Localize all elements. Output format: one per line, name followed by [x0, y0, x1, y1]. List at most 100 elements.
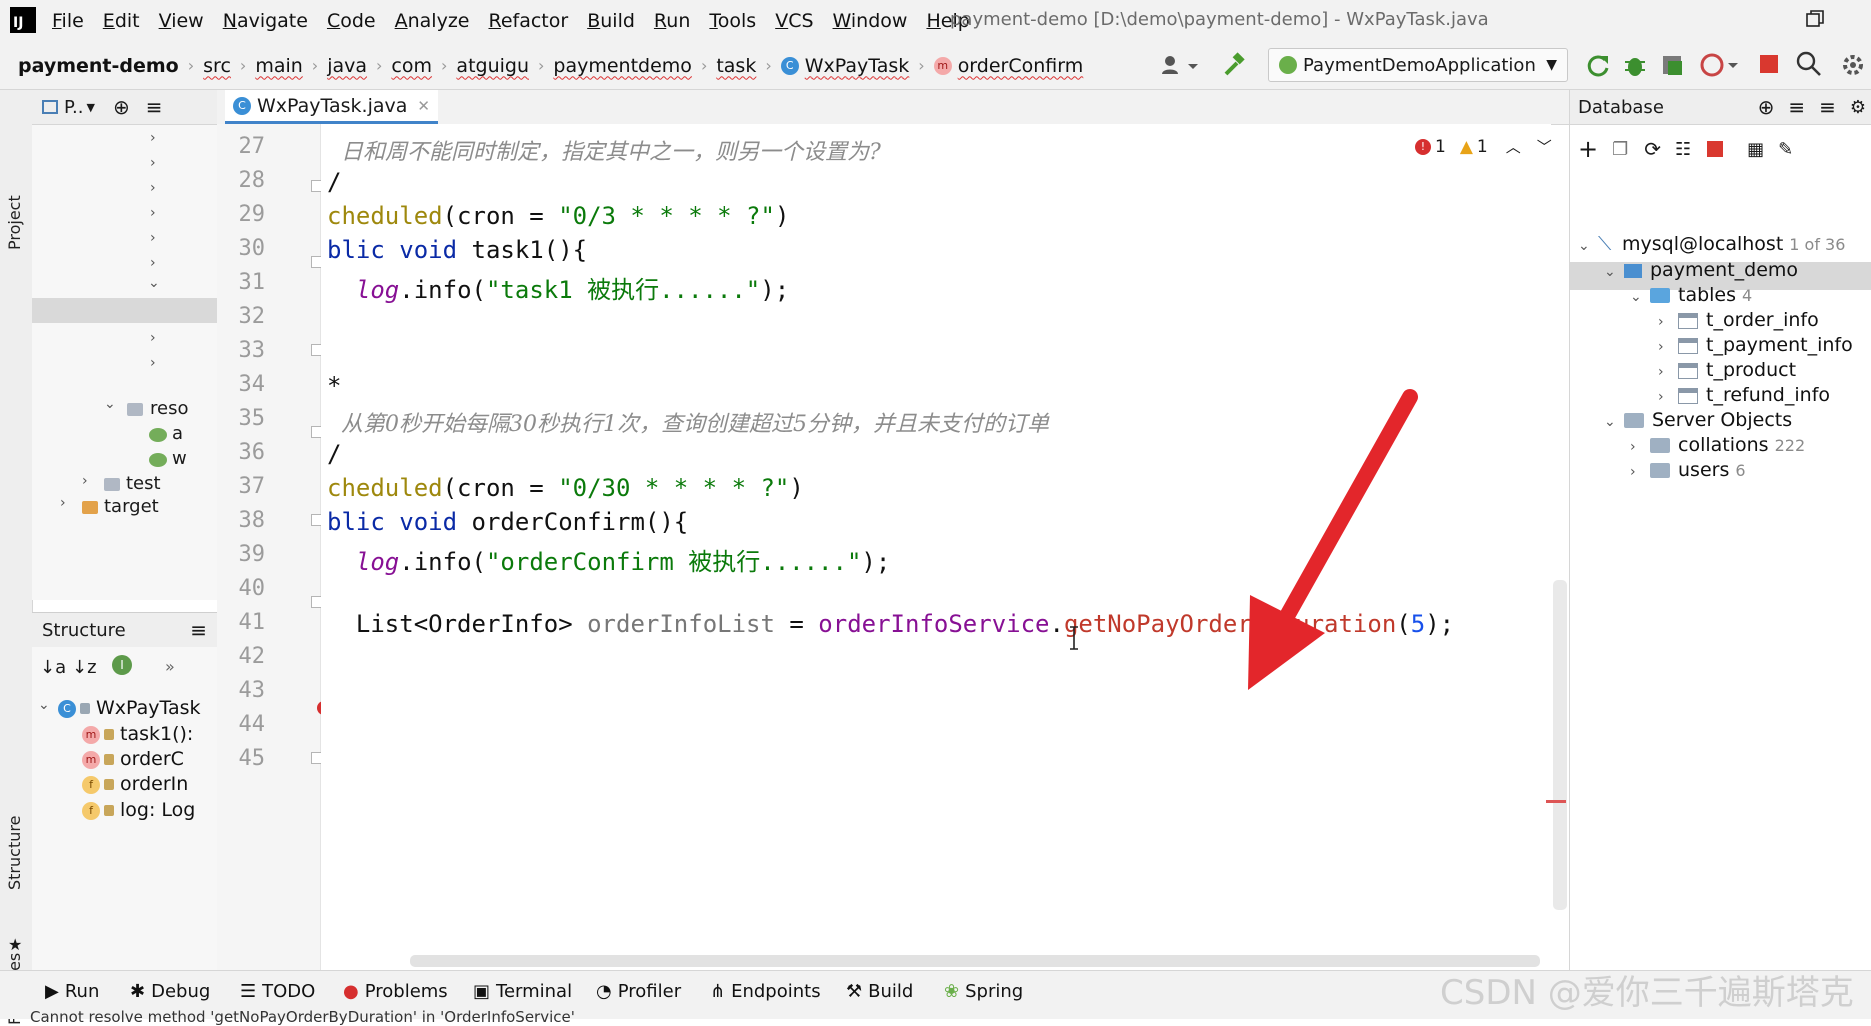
menu-analyze[interactable]: Analyze	[395, 10, 470, 32]
refresh-icon[interactable]: ⟳	[1644, 137, 1661, 161]
breadcrumb-project[interactable]: payment-demo	[18, 55, 179, 77]
collapse-all-icon[interactable]: ≡	[146, 95, 163, 119]
search-everywhere-icon[interactable]	[1795, 50, 1823, 78]
breadcrumb-com[interactable]: com	[391, 55, 432, 77]
tool-debug[interactable]: ✱ Debug	[130, 981, 210, 1002]
db-connection[interactable]: ⌄ ⟍ mysql@localhost 1 of 36	[1578, 233, 1845, 255]
chevron-right-icon[interactable]: ›	[150, 130, 156, 146]
chevron-down-icon[interactable]: ⌄	[38, 697, 50, 713]
more-icon[interactable]: »	[165, 657, 175, 676]
locate-icon[interactable]: ⊕	[1758, 95, 1775, 119]
project-view-selector[interactable]: P..	[64, 97, 84, 118]
menu-run[interactable]: Run	[654, 10, 690, 32]
tool-spring[interactable]: ❀ Spring	[944, 981, 1023, 1002]
menu-view[interactable]: View	[159, 10, 204, 32]
menu-navigate[interactable]: Navigate	[223, 10, 308, 32]
next-highlight-icon[interactable]: ﹀	[1537, 136, 1552, 157]
tree-item-application[interactable]: a	[172, 423, 183, 444]
options-icon[interactable]: ≡	[190, 618, 207, 642]
db-collations[interactable]: › collations 222	[1630, 434, 1805, 456]
stop-icon[interactable]	[1760, 55, 1778, 73]
sort-alphabetically-icon[interactable]: ↓a	[40, 657, 66, 678]
locate-icon[interactable]: ⊕	[113, 95, 130, 119]
db-server-objects[interactable]: ⌄ Server Objects	[1604, 409, 1792, 431]
edit-icon[interactable]: ✎	[1778, 139, 1793, 160]
expand-all-icon[interactable]: ≡	[1788, 95, 1805, 119]
chevron-right-icon[interactable]: ›	[150, 205, 156, 221]
db-table-item[interactable]: › t_refund_info	[1658, 384, 1830, 406]
structure-member[interactable]: f log: Log	[82, 799, 195, 821]
chevron-right-icon[interactable]: ›	[82, 473, 88, 489]
menu-file[interactable]: File	[52, 10, 84, 32]
breadcrumb-class[interactable]: WxPayTask	[805, 55, 910, 77]
tool-terminal[interactable]: ▣ Terminal	[473, 981, 572, 1002]
chevron-right-icon[interactable]: ›	[150, 355, 156, 371]
tool-build[interactable]: ⚒ Build	[846, 981, 913, 1002]
selected-tree-row[interactable]	[32, 298, 217, 323]
show-inherited-icon[interactable]: I	[112, 655, 132, 675]
db-table-item[interactable]: › t_order_info	[1658, 309, 1819, 331]
tool-profiler[interactable]: ◔ Profiler	[596, 981, 681, 1002]
restore-window-icon[interactable]	[1806, 10, 1824, 28]
stop-icon[interactable]	[1707, 141, 1724, 157]
db-tables-folder[interactable]: ⌄ tables 4	[1630, 284, 1752, 306]
rerun-icon[interactable]	[1585, 52, 1611, 78]
editor-horizontal-scrollbar[interactable]	[410, 955, 1540, 967]
table-view-icon[interactable]: ▦	[1747, 139, 1764, 160]
coverage-icon[interactable]	[1660, 52, 1686, 78]
chevron-right-icon[interactable]: ›	[150, 255, 156, 271]
tree-item-resources[interactable]: reso	[150, 398, 188, 419]
menu-edit[interactable]: Edit	[103, 10, 140, 32]
breadcrumb-atguigu[interactable]: atguigu	[456, 55, 529, 77]
settings-icon[interactable]	[1840, 52, 1866, 78]
editor-vertical-scrollbar[interactable]	[1553, 580, 1567, 910]
db-users[interactable]: › users 6	[1630, 459, 1746, 481]
tool-endpoints[interactable]: ⋔ Endpoints	[710, 981, 821, 1002]
user-account-icon[interactable]	[1160, 54, 1200, 76]
tool-window-project[interactable]: Project	[5, 195, 24, 250]
menu-vcs[interactable]: VCS	[775, 10, 813, 32]
structure-class[interactable]: C WxPayTask	[58, 697, 201, 719]
breadcrumb-task[interactable]: task	[716, 55, 756, 77]
chevron-down-icon[interactable]: ⌄	[148, 275, 160, 291]
db-schema[interactable]: ⌄ payment_demo	[1604, 259, 1798, 281]
settings-icon[interactable]: ⚙	[1850, 97, 1866, 118]
previous-highlight-icon[interactable]: ︿	[1506, 136, 1521, 157]
breadcrumb-src[interactable]: src	[203, 55, 231, 77]
tree-item-target[interactable]: target	[104, 496, 159, 517]
error-stripe-marker[interactable]	[1546, 800, 1566, 803]
chevron-right-icon[interactable]: ›	[150, 230, 156, 246]
tool-problems[interactable]: ● Problems	[343, 981, 448, 1002]
chevron-right-icon[interactable]: ›	[150, 330, 156, 346]
collapse-all-icon[interactable]: ≡	[1819, 95, 1836, 119]
inspection-widget[interactable]: ! 1 ▲ 1 ︿ ﹀	[1415, 136, 1552, 157]
menu-build[interactable]: Build	[587, 10, 635, 32]
db-table-item[interactable]: › t_payment_info	[1658, 334, 1853, 356]
tool-run[interactable]: ▶ Run	[45, 981, 99, 1002]
run-configuration-dropdown[interactable]: PaymentDemoApplication ▼	[1268, 48, 1568, 82]
structure-member[interactable]: f orderIn	[82, 773, 188, 795]
breadcrumb-java[interactable]: java	[327, 55, 367, 77]
db-table-item[interactable]: › t_product	[1658, 359, 1796, 381]
debug-icon[interactable]	[1622, 52, 1648, 78]
breadcrumb-main[interactable]: main	[255, 55, 302, 77]
menu-tools[interactable]: Tools	[709, 10, 756, 32]
menu-code[interactable]: Code	[327, 10, 376, 32]
chevron-right-icon[interactable]: ›	[150, 180, 156, 196]
chevron-right-icon[interactable]: ›	[60, 495, 66, 511]
tool-todo[interactable]: ☰ TODO	[240, 981, 315, 1002]
schema-icon[interactable]: ☷	[1675, 139, 1691, 160]
profiler-dropdown-icon[interactable]	[1700, 52, 1740, 78]
breadcrumb-paymentdemo[interactable]: paymentdemo	[553, 55, 692, 77]
chevron-right-icon[interactable]: ›	[150, 155, 156, 171]
structure-member[interactable]: m orderC	[82, 748, 184, 770]
add-icon[interactable]: +	[1578, 135, 1598, 163]
sort-by-type-icon[interactable]: ↓z	[72, 657, 97, 678]
chevron-down-icon[interactable]: ⌄	[104, 396, 116, 412]
copy-icon[interactable]: ❐	[1612, 139, 1628, 160]
structure-member[interactable]: m task1():	[82, 723, 193, 745]
menu-refactor[interactable]: Refactor	[488, 10, 568, 32]
tool-window-structure[interactable]: Structure	[5, 816, 24, 890]
breadcrumb-method[interactable]: orderConfirm	[958, 55, 1084, 77]
menu-window[interactable]: Window	[833, 10, 908, 32]
